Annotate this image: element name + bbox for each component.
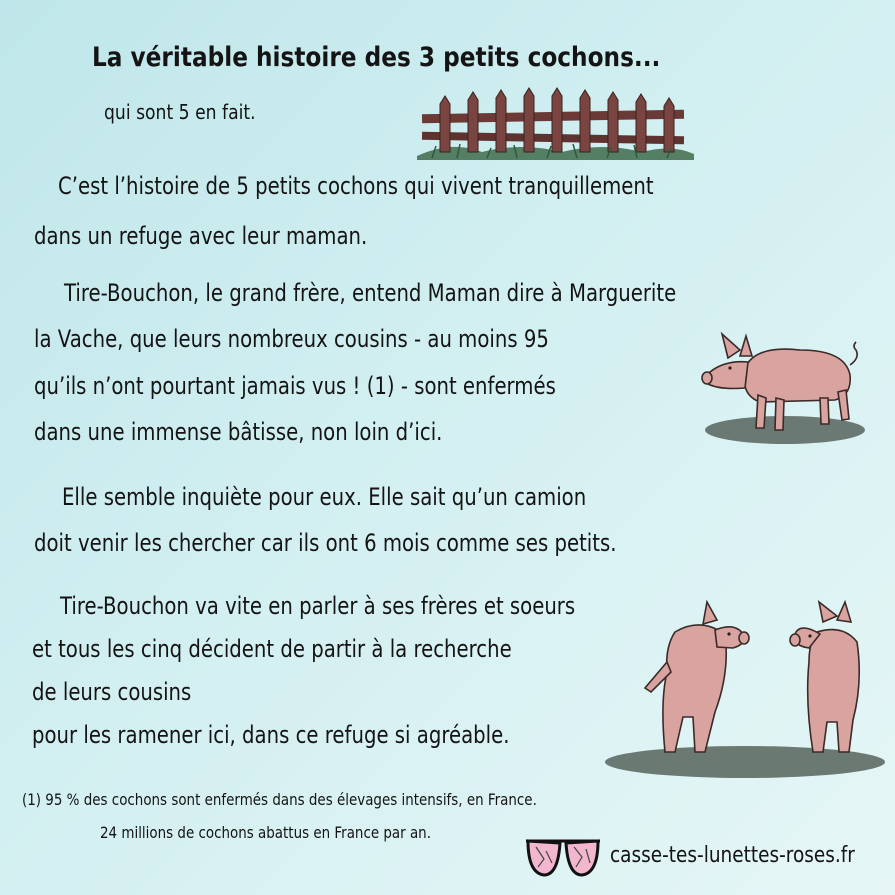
story-subtitle: qui sont 5 en fait. <box>104 100 256 124</box>
broken-pink-glasses-logo <box>526 839 600 877</box>
paragraph-1-line-1: C’est l’histoire de 5 petits cochons qui… <box>58 172 654 200</box>
paragraph-2-line-2: la Vache, que leurs nombreux cousins - a… <box>34 325 549 353</box>
paragraph-2-line-3: qu’ils n’ont pourtant jamais vus ! (1) -… <box>34 372 556 400</box>
two-upright-pigs-illustration <box>605 599 885 778</box>
paragraph-4-line-1: Tire-Bouchon va vite en parler à ses frè… <box>60 592 576 620</box>
footnote-line-1: (1) 95 % des cochons sont enfermés dans … <box>22 790 537 809</box>
story-title: La véritable histoire des 3 petits cocho… <box>92 42 661 73</box>
website-link[interactable]: casse-tes-lunettes-roses.fr <box>610 843 855 868</box>
paragraph-3-line-2: doit venir les chercher car ils ont 6 mo… <box>34 529 617 557</box>
paragraph-4-line-3: de leurs cousins <box>32 678 192 706</box>
paragraph-4-line-2: et tous les cinq décident de partir à la… <box>32 635 512 663</box>
paragraph-2-line-1: Tire-Bouchon, le grand frère, entend Mam… <box>64 279 677 307</box>
wooden-fence-illustration <box>417 87 694 160</box>
footnote-line-2: 24 millions de cochons abattus en France… <box>100 823 431 842</box>
paragraph-3-line-1: Elle semble inquiète pour eux. Elle sait… <box>62 483 587 511</box>
standing-pig-illustration <box>701 331 865 444</box>
paragraph-1-line-2: dans un refuge avec leur maman. <box>34 222 368 250</box>
paragraph-2-line-4: dans une immense bâtisse, non loin d’ici… <box>34 418 443 446</box>
paragraph-4-line-4: pour les ramener ici, dans ce refuge si … <box>32 721 510 749</box>
